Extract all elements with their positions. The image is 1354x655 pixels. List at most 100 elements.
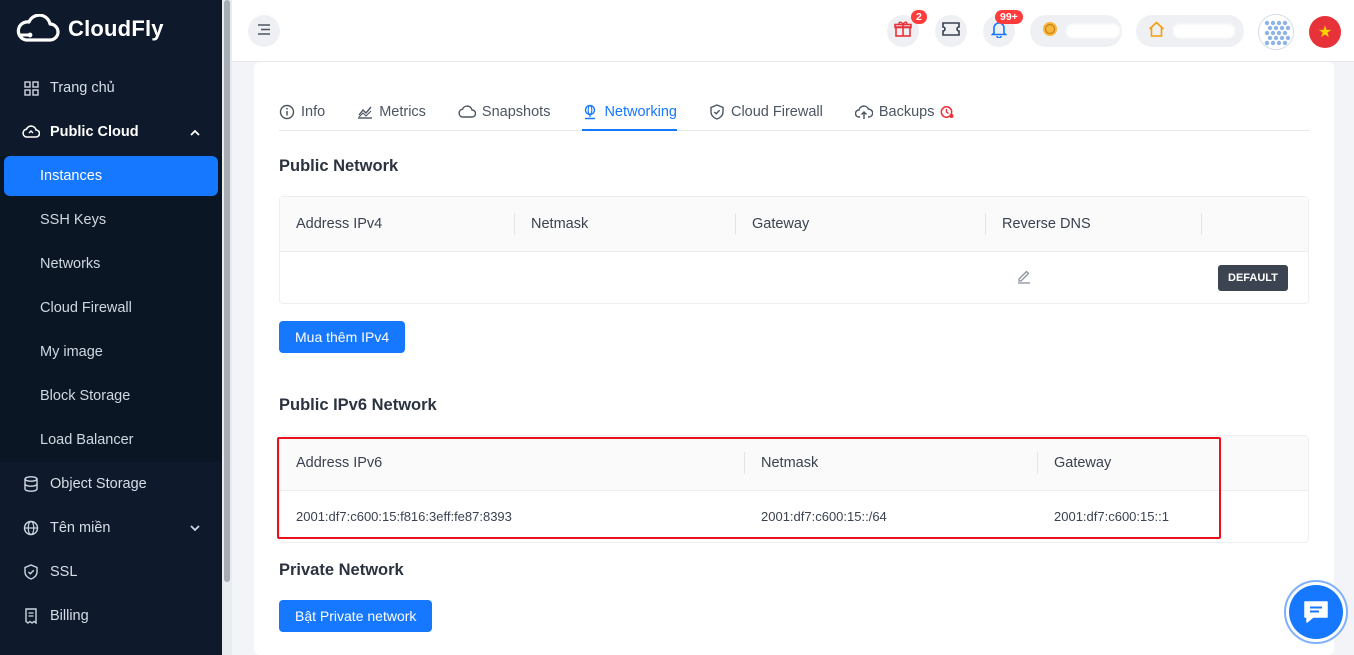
chart-icon <box>358 106 373 119</box>
tab-networking[interactable]: Networking <box>582 97 677 131</box>
ticket-button[interactable] <box>935 15 967 47</box>
globe-icon <box>22 519 40 537</box>
table-header: Address IPv6 Netmask Gateway <box>280 436 1308 491</box>
cloud-upload-icon <box>854 105 873 119</box>
sidebar-item-ssl[interactable]: SSL <box>0 550 222 594</box>
sidebar-item-block-storage[interactable]: Block Storage <box>0 374 222 418</box>
enable-private-network-button[interactable]: Bật Private network <box>279 600 433 632</box>
brand-name: CloudFly <box>68 16 164 41</box>
sidebar-item-object-storage[interactable]: Object Storage <box>0 462 222 506</box>
clock-alert-icon <box>941 106 954 118</box>
ipv4-address-cell <box>280 252 515 303</box>
column-header-actions <box>1202 197 1308 251</box>
column-header: Gateway <box>736 197 986 251</box>
reverse-dns-cell <box>986 252 1202 303</box>
private-network-title: Private Network <box>279 561 404 579</box>
user-avatar[interactable] <box>1258 14 1294 50</box>
sidebar-item-networks[interactable]: Networks <box>0 242 222 286</box>
credit-balance-pill[interactable] <box>1030 15 1122 47</box>
public-network-title: Public Network <box>279 157 399 175</box>
tab-label: Snapshots <box>481 104 551 120</box>
sidebar-item-domains[interactable]: Tên miền <box>0 506 222 550</box>
column-header: Netmask <box>745 436 1038 490</box>
sidebar: CloudFly Trang chủ Public Cloud Instance… <box>0 0 222 655</box>
invoice-icon <box>22 607 40 625</box>
instance-tabs: Info Metrics Snapshots Networking Cloud … <box>279 97 1309 131</box>
instance-detail-card: Info Metrics Snapshots Networking Cloud … <box>254 62 1334 655</box>
sidebar-item-cloud-firewall[interactable]: Cloud Firewall <box>0 286 222 330</box>
ipv4-gateway-cell <box>736 252 986 303</box>
dashboard-icon <box>22 79 40 97</box>
table-header: Address IPv4 Netmask Gateway Reverse DNS <box>280 197 1308 252</box>
tab-backups[interactable]: Backups <box>854 97 955 127</box>
buy-ipv4-button[interactable]: Mua thêm IPv4 <box>279 321 406 353</box>
cloudfly-logo-icon <box>16 14 60 42</box>
ipv6-address-cell: 2001:df7:c600:15:f816:3eff:fe87:8393 <box>296 509 512 524</box>
ipv6-gateway-cell: 2001:df7:c600:15::1 <box>1054 509 1169 524</box>
database-icon <box>22 475 40 493</box>
column-header: Address IPv4 <box>280 197 515 251</box>
shield-check-icon <box>710 104 724 120</box>
tab-info[interactable]: Info <box>279 97 325 127</box>
tag-cell: DEFAULT <box>1202 252 1308 303</box>
sidebar-item-label: SSL <box>50 564 78 580</box>
gift-icon <box>894 20 912 43</box>
sidebar-bottom-nav: Object Storage Tên miền SSL Billing <box>0 462 222 638</box>
tab-cloud-firewall[interactable]: Cloud Firewall <box>709 97 823 127</box>
coin-icon <box>1042 21 1058 42</box>
sidebar-item-label: My image <box>40 344 103 360</box>
default-tag: DEFAULT <box>1218 264 1288 291</box>
sidebar-item-label: Tên miền <box>50 520 111 536</box>
ipv6-network-table: Address IPv6 Netmask Gateway 2001:df7:c6… <box>279 435 1309 543</box>
sidebar-item-label: SSH Keys <box>40 212 107 228</box>
language-vietnam-button[interactable]: ★ <box>1309 16 1341 48</box>
tab-snapshots[interactable]: Snapshots <box>458 97 551 127</box>
info-icon <box>279 104 295 120</box>
column-header: Address IPv6 <box>280 436 745 490</box>
sidebar-item-label: Instances <box>40 168 103 184</box>
sidebar-nav: Trang chủ Public Cloud Instances SSH Key… <box>0 66 222 638</box>
public-network-table: Address IPv4 Netmask Gateway Reverse DNS… <box>279 196 1309 304</box>
sidebar-item-load-balancer[interactable]: Load Balancer <box>0 418 222 462</box>
cloud-icon <box>22 123 40 141</box>
ipv6-netmask-cell: 2001:df7:c600:15::/64 <box>761 509 887 524</box>
menu-toggle-button[interactable] <box>248 15 280 47</box>
sidebar-item-label: Networks <box>40 256 101 272</box>
account-balance-pill[interactable] <box>1136 15 1244 47</box>
network-icon <box>585 104 596 120</box>
column-header: Reverse DNS <box>986 197 1202 251</box>
brand-logo[interactable]: CloudFly <box>16 14 164 44</box>
tab-metrics[interactable]: Metrics <box>357 97 426 127</box>
home-currency-icon <box>1148 20 1165 42</box>
ipv4-netmask-cell <box>515 252 736 303</box>
ticket-icon <box>942 21 960 41</box>
sidebar-item-label: Trang chủ <box>50 80 115 96</box>
masked-value <box>1173 24 1235 38</box>
chevron-down-icon <box>190 520 200 536</box>
sidebar-scrollbar-thumb[interactable] <box>224 0 230 582</box>
sidebar-item-home[interactable]: Trang chủ <box>0 66 222 110</box>
sidebar-item-public-cloud[interactable]: Public Cloud <box>0 110 222 154</box>
column-header: Netmask <box>515 197 736 251</box>
sidebar-item-label: Block Storage <box>40 388 131 404</box>
sidebar-item-billing[interactable]: Billing <box>0 594 222 638</box>
tab-label: Cloud Firewall <box>730 104 823 120</box>
sidebar-item-label: Cloud Firewall <box>40 300 132 316</box>
pencil-icon <box>1018 270 1030 284</box>
top-header: 2 99+ ★ <box>232 0 1354 62</box>
sidebar-item-ssh-keys[interactable]: SSH Keys <box>0 198 222 242</box>
vietnam-flag-icon: ★ <box>1317 24 1333 41</box>
avatar-pattern-icon <box>1259 15 1293 49</box>
column-header: Gateway <box>1054 455 1112 471</box>
table-row: DEFAULT <box>280 252 1308 303</box>
sidebar-item-label: Load Balancer <box>40 432 134 448</box>
sidebar-item-instances[interactable]: Instances <box>4 156 218 196</box>
hamburger-icon <box>257 22 271 40</box>
chat-support-button[interactable] <box>1284 580 1348 644</box>
sidebar-item-my-image[interactable]: My image <box>0 330 222 374</box>
edit-reverse-dns-button[interactable] <box>1016 268 1032 287</box>
gift-badge: 2 <box>911 10 927 24</box>
tab-label: Info <box>301 104 326 120</box>
chat-bubble-icon <box>1304 601 1328 623</box>
masked-value <box>1066 24 1120 38</box>
